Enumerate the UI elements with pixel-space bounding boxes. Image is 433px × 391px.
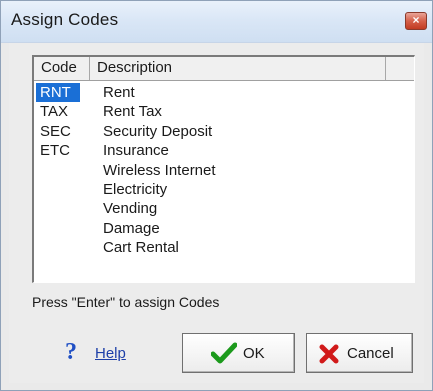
dialog-body: Code Description RNT Rent TAX Rent Tax SEC Se… (9, 43, 424, 383)
list-item[interactable]: Electricity (34, 180, 414, 199)
code-cell (36, 161, 80, 180)
list-item[interactable]: ETC Insurance (34, 141, 414, 160)
code-cell: RNT (36, 83, 80, 102)
column-header-description[interactable]: Description (90, 57, 386, 80)
help-label: Help (95, 345, 126, 362)
list-header: Code Description (34, 57, 414, 81)
ok-button[interactable]: OK (182, 333, 295, 373)
description-cell: Damage (103, 219, 160, 237)
code-cell: SEC (40, 122, 71, 140)
list-item[interactable]: RNT Rent (34, 83, 414, 102)
assign-codes-dialog: Assign Codes × Code Description RNT Rent T… (0, 0, 433, 391)
list-item[interactable]: Damage (34, 219, 414, 238)
checkmark-icon (210, 342, 238, 368)
list-item[interactable]: TAX Rent Tax (34, 102, 414, 121)
column-header-code[interactable]: Code (34, 57, 90, 80)
close-icon: × (412, 13, 420, 27)
code-cell (36, 199, 80, 218)
code-cell (36, 238, 80, 257)
question-mark-icon: ? (65, 339, 77, 365)
description-cell: Wireless Internet (103, 161, 216, 179)
description-cell: Rent Tax (103, 103, 162, 121)
code-cell (36, 219, 80, 238)
window-title: Assign Codes (11, 10, 119, 29)
description-cell: Security Deposit (103, 122, 213, 140)
description-cell: Cart Rental (103, 239, 179, 257)
description-cell: Vending (103, 200, 158, 218)
codes-list[interactable]: Code Description RNT Rent TAX Rent Tax SEC Se… (32, 55, 415, 283)
code-cell: TAX (40, 103, 69, 121)
description-cell: Insurance (103, 142, 169, 160)
close-button[interactable]: × (405, 12, 427, 30)
list-item[interactable]: SEC Security Deposit (34, 122, 414, 141)
description-cell: Electricity (103, 180, 168, 198)
code-cell (36, 180, 80, 199)
title-bar[interactable]: Assign Codes × (1, 1, 432, 43)
list-item[interactable]: Vending (34, 199, 414, 218)
description-cell: Rent (103, 84, 135, 101)
column-header-filler (386, 57, 415, 80)
status-text: Press "Enter" to assign Codes (32, 294, 220, 310)
cancel-label: Cancel (347, 345, 394, 362)
code-cell: ETC (40, 142, 70, 160)
x-icon (319, 344, 339, 368)
ok-label: OK (243, 345, 265, 362)
list-item[interactable]: Cart Rental (34, 238, 414, 257)
list-item[interactable]: Wireless Internet (34, 161, 414, 180)
list-rows: RNT Rent TAX Rent Tax SEC Security Deposit ETC… (34, 83, 414, 258)
cancel-button[interactable]: Cancel (306, 333, 413, 373)
